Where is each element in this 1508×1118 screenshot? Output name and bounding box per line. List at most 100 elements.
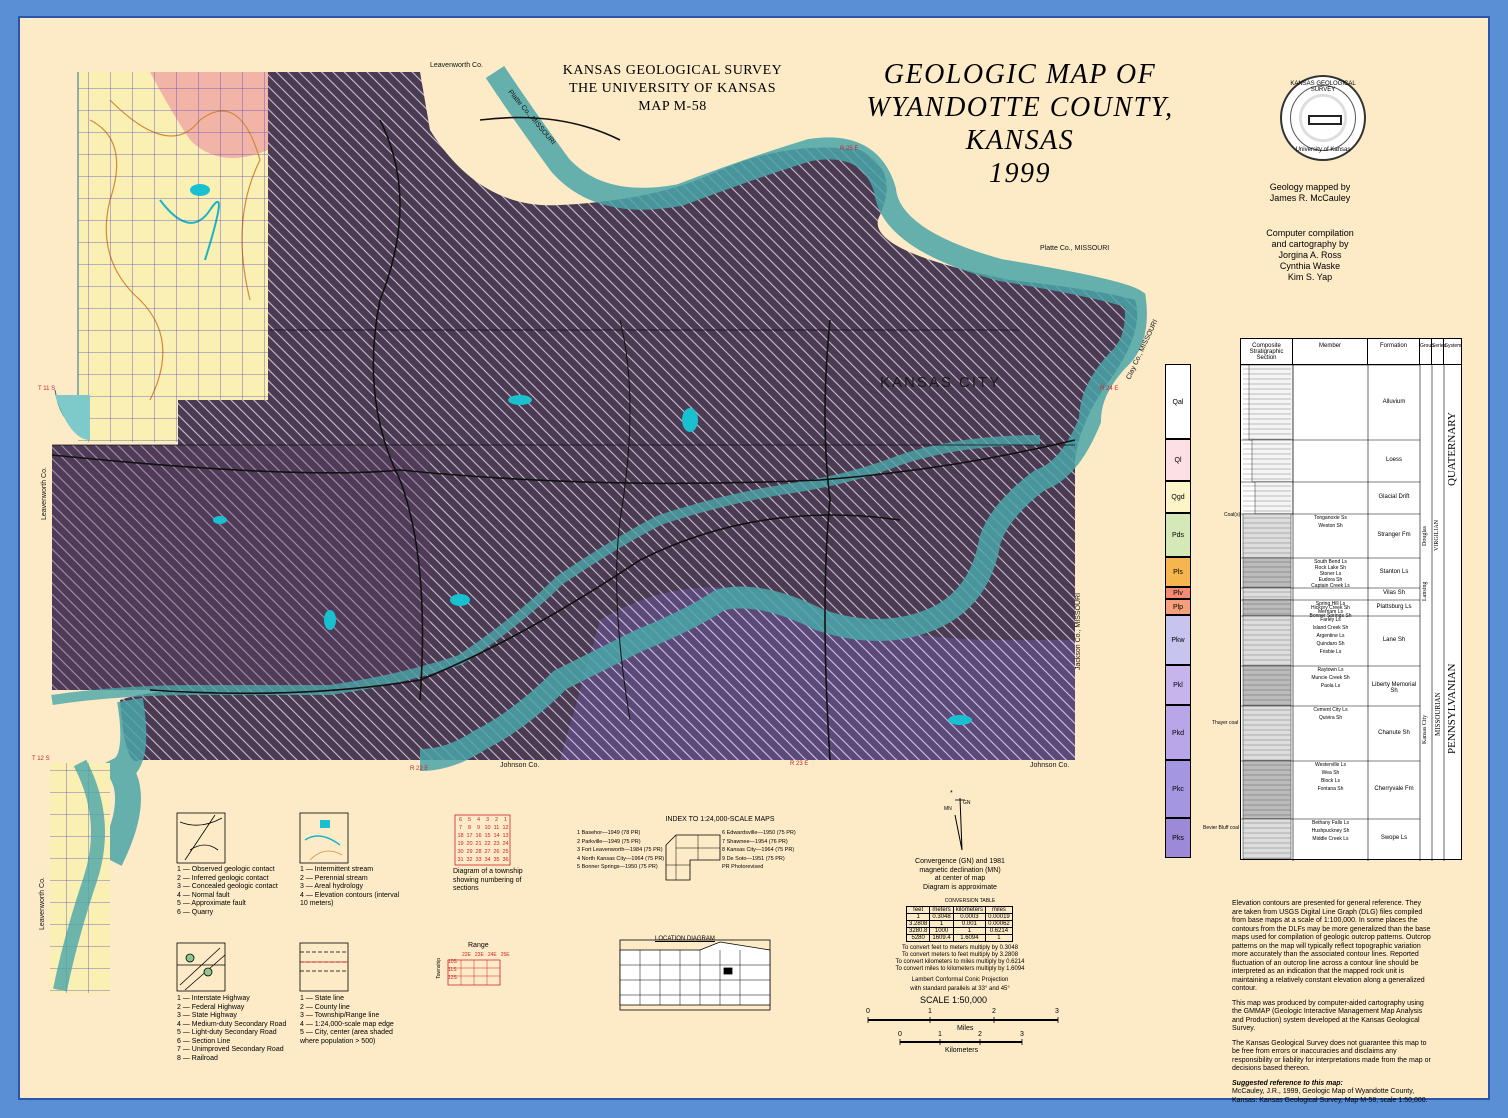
location-diagram-title: LOCATION DIAGRAM [655, 936, 715, 942]
section-number: 4 [476, 817, 481, 823]
formation-label: Swope Ls [1380, 835, 1408, 841]
unit-box-qal[interactable]: Qal [1165, 364, 1191, 439]
township-label: Township [436, 958, 442, 979]
index-item: 9 De Soto—1951 (75 PR) [722, 855, 785, 862]
unit-box-pls[interactable]: Pls [1165, 557, 1191, 587]
member-label: Farley Ls [1320, 617, 1341, 623]
conversion-note: To convert meters to feet multiply by 3.… [901, 952, 1019, 958]
unit-box-pks[interactable]: Pks [1165, 818, 1191, 858]
township-value: 10S [448, 959, 457, 965]
section-number: 27 [484, 849, 491, 855]
conversion-cell: 3280.8 [905, 927, 931, 935]
formation-label: Liberty Memorial Sh [1371, 682, 1417, 694]
unit-box-ql[interactable]: Ql [1165, 439, 1191, 481]
legend-geology-item: 4 — Normal fault [177, 891, 230, 899]
conversion-notes: To convert feet to meters multiply by 0.… [870, 945, 1050, 973]
range-label: Range [468, 942, 489, 949]
group-label-douglas: Douglas [1422, 526, 1428, 546]
conversion-cell: 0.00062 [985, 920, 1013, 928]
cartographer-3: Kim S. Yap [1287, 272, 1333, 282]
unit-box-qgd[interactable]: Qgd [1165, 481, 1191, 513]
section-number: 16 [475, 833, 482, 839]
township-value: 12S [448, 975, 457, 981]
section-number: 8 [467, 825, 472, 831]
section-number: 34 [484, 857, 491, 863]
index-item: 4 North Kansas City—1964 (75 PR) [577, 855, 665, 862]
section-number: 31 [457, 857, 464, 863]
conversion-header: kilometers [952, 906, 987, 914]
projection-line-1: Lambert Conformal Conic Projection [911, 977, 1009, 983]
conversion-note: To convert feet to meters multiply by 0.… [901, 945, 1019, 951]
section-number: 14 [493, 833, 500, 839]
note-disclaimer: The Kansas Geological Survey does not gu… [1232, 1039, 1431, 1073]
km-label: Kilometers [945, 1047, 979, 1054]
legend-geology-item: 6 — Quarry [177, 908, 214, 916]
unit-box-pkl[interactable]: Pkl [1165, 665, 1191, 705]
miles-label: Miles [957, 1025, 974, 1032]
rge-label-24e: R 24 E [1100, 386, 1118, 392]
index-item: 1 Basehor—1949 (78 PR) [577, 830, 641, 836]
survey-line-3: MAP M-58 [638, 99, 707, 114]
declination-text: Convergence (GN) and 1981 magnetic decli… [900, 858, 1020, 892]
strat-side-label: Bevier Bluff coal [1203, 825, 1240, 831]
conversion-note: To convert miles to kilometers multiply … [895, 966, 1025, 972]
legend-geology-list: 1 — Observed geologic contact 2 — Inferre… [177, 866, 287, 917]
declination-line-4: Diagram is approximate [923, 883, 997, 891]
index-title: INDEX TO 1:24,000-SCALE MAPS [665, 816, 775, 823]
survey-line-2: THE UNIVERSITY OF KANSAS [568, 81, 777, 96]
county-label-johnson-bottom: Johnson Co. [500, 762, 539, 769]
county-label-leavenworth-left2: Leavenworth Co. [39, 877, 46, 930]
county-label-johnson-bottom2: Johnson Co. [1030, 762, 1069, 769]
unit-box-pkd[interactable]: Pkd [1165, 705, 1191, 760]
declination-line-3: at center of map [934, 875, 986, 882]
section-number: 22 [484, 841, 491, 847]
unit-box-pds[interactable]: Pds [1165, 513, 1191, 557]
conversion-cell: 0.0003 [952, 913, 987, 921]
unit-box-plv[interactable]: Plv [1165, 587, 1191, 599]
twp-label-11s: T 11 S [38, 386, 55, 392]
formation-label: Glacial Drift [1378, 494, 1410, 500]
title-year: 1999 [989, 158, 1051, 189]
unit-box-pkc[interactable]: Pkc [1165, 760, 1191, 818]
section-number: 33 [475, 857, 482, 863]
legend-road-list: 1 — Interstate Highway 2 — Federal Highwa… [177, 995, 287, 1063]
stratigraphic-column: Composite Stratigraphic Section Member F… [1240, 338, 1462, 861]
legend-boundary-item: 4 — 1:24,000-scale map edge [300, 1020, 394, 1028]
member-label: Tonganoxie Ss [1314, 515, 1347, 521]
km-tick-label: 2 [978, 1031, 982, 1038]
legend-boundary-item: 2 — County line [300, 1003, 350, 1011]
legend-hydro-item: 4 — Elevation contours (interval 10 mete… [300, 891, 400, 908]
member-label: Quindaro Sh [1316, 641, 1345, 647]
conversion-cell: 1.6094 [952, 934, 987, 942]
title-line-1: GEOLOGIC MAP OF [883, 59, 1157, 90]
section-number: 36 [502, 857, 509, 863]
formation-label: Stranger Fm [1377, 532, 1411, 538]
formation-label: Chanute Sh [1378, 729, 1410, 736]
strat-header-member: Member [1293, 339, 1368, 365]
member-label: Hushpuckney Sh [1311, 828, 1350, 834]
notes-block: Elevation contours are presented for gen… [1232, 900, 1432, 1105]
system-label-quaternary: QUATERNARY [1446, 412, 1458, 486]
km-tick-label: 0 [898, 1031, 902, 1038]
section-number: 35 [493, 857, 500, 863]
scale-title: SCALE 1:50,000 [920, 995, 988, 1005]
legend-boundary-list: 1 — State line 2 — County line 3 — Townshi… [300, 995, 410, 1046]
index-item: 6 Edwardsville—1950 (75 PR) [722, 830, 796, 836]
township-values: 10S 11S 12S [448, 958, 457, 982]
unit-box-plp[interactable]: Plp [1165, 599, 1191, 615]
projection-text: Lambert Conformal Conic Projection with … [880, 976, 1040, 993]
section-number: 1 [503, 817, 508, 823]
member-label: Island Creek Sh [1312, 625, 1349, 631]
legend-road-item: 4 — Medium-duty Secondary Road [177, 1020, 287, 1028]
section-number: 15 [484, 833, 491, 839]
conversion-table: feet meters kilometers miles 1 0.3048 0.0003 0.… [905, 906, 1013, 942]
strat-header-formation: Formation [1368, 339, 1420, 365]
unit-box-pkw[interactable]: Pkw [1165, 615, 1191, 665]
legend-road-item: 1 — Interstate Highway [177, 995, 250, 1002]
section-number: 28 [475, 849, 482, 855]
section-number: 10 [484, 825, 491, 831]
compilation-label2: and cartography by [1271, 239, 1349, 249]
county-label-jackson: Jackson Co., MISSOURI [1075, 593, 1082, 670]
note-production: This map was produced by computer-aided … [1232, 999, 1424, 1033]
legend-boundary-item: 3 — Township/Range line [300, 1012, 380, 1019]
